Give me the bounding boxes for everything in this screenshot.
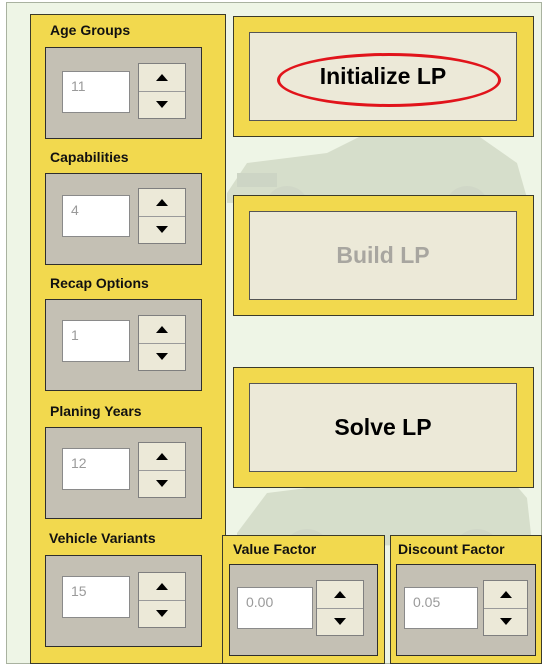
discount-factor-down-button[interactable]: [484, 608, 527, 635]
value-factor-spinner[interactable]: [316, 580, 364, 636]
discount-factor-up-button[interactable]: [484, 581, 527, 609]
build-lp-label: Build LP: [336, 242, 430, 268]
vehicle-variants-input[interactable]: 15: [62, 576, 130, 618]
planing-years-down-button[interactable]: [139, 470, 185, 497]
discount-factor-input[interactable]: 0.05: [404, 587, 478, 629]
vehicle-variants-spinner[interactable]: [138, 572, 186, 628]
value-factor-input[interactable]: 0.00: [237, 587, 313, 629]
triangle-down-icon: [499, 618, 512, 625]
planing-years-label: Planing Years: [50, 403, 142, 419]
discount-factor-spinner[interactable]: [483, 580, 528, 636]
value-factor-label: Value Factor: [233, 541, 317, 557]
value-factor-down-button[interactable]: [317, 608, 363, 635]
triangle-down-icon: [156, 480, 168, 487]
planing-years-spinner[interactable]: [138, 442, 186, 498]
capabilities-input[interactable]: 4: [62, 195, 130, 237]
age-groups-label: Age Groups: [50, 22, 131, 38]
triangle-up-icon: [156, 583, 168, 590]
triangle-down-icon: [156, 353, 168, 360]
solve-lp-button[interactable]: Solve LP: [249, 383, 517, 472]
triangle-up-icon: [156, 326, 168, 333]
triangle-up-icon: [499, 591, 512, 598]
recap-options-down-button[interactable]: [139, 343, 185, 370]
build-lp-button[interactable]: Build LP: [249, 211, 517, 300]
recap-options-label: Recap Options: [50, 275, 149, 291]
recap-options-spinner[interactable]: [138, 315, 186, 371]
capabilities-spinner[interactable]: [138, 188, 186, 244]
age-groups-up-button[interactable]: [139, 64, 185, 92]
recap-options-input[interactable]: 1: [62, 320, 130, 362]
planing-years-up-button[interactable]: [139, 443, 185, 471]
value-factor-up-button[interactable]: [317, 581, 363, 609]
solve-lp-label: Solve LP: [334, 414, 432, 440]
triangle-down-icon: [156, 101, 168, 108]
age-groups-spinner[interactable]: [138, 63, 186, 119]
triangle-down-icon: [156, 610, 168, 617]
vehicle-variants-up-button[interactable]: [139, 573, 185, 601]
highlight-ring: [277, 53, 501, 107]
triangle-up-icon: [156, 199, 168, 206]
age-groups-down-button[interactable]: [139, 91, 185, 118]
age-groups-input[interactable]: 11: [62, 71, 130, 113]
recap-options-up-button[interactable]: [139, 316, 185, 344]
vehicle-variants-label: Vehicle Variants: [49, 530, 156, 546]
capabilities-label: Capabilities: [50, 149, 129, 165]
triangle-down-icon: [334, 618, 346, 625]
vehicle-variants-down-button[interactable]: [139, 600, 185, 627]
triangle-up-icon: [156, 453, 168, 460]
triangle-down-icon: [156, 226, 168, 233]
planing-years-input[interactable]: 12: [62, 448, 130, 490]
triangle-up-icon: [334, 591, 346, 598]
capabilities-up-button[interactable]: [139, 189, 185, 217]
triangle-up-icon: [156, 74, 168, 81]
capabilities-down-button[interactable]: [139, 216, 185, 243]
discount-factor-label: Discount Factor: [398, 541, 505, 557]
